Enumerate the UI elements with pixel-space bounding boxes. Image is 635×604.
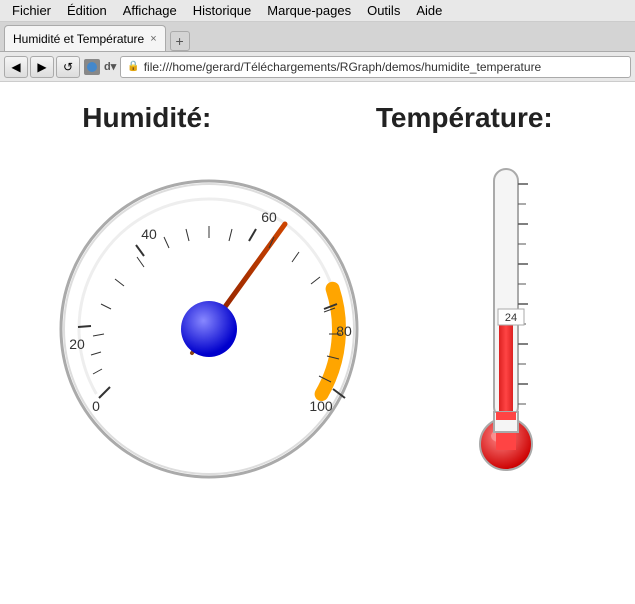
nav-favicon-area: d▾ [84,59,116,75]
menu-outils[interactable]: Outils [359,0,408,22]
svg-text:0: 0 [92,398,100,414]
menu-marquepages[interactable]: Marque-pages [259,0,359,22]
address-text: file:///home/gerard/Téléchargements/RGra… [144,60,542,74]
menu-fichier[interactable]: Fichier [4,0,59,22]
menu-edition[interactable]: Édition [59,0,115,22]
favicon [84,59,100,75]
forward-icon: ▶ [37,60,46,74]
svg-text:40: 40 [141,226,157,242]
tab-label: Humidité et Température [13,32,144,46]
gauges-row: 0 20 40 60 80 100 [0,154,635,494]
refresh-button[interactable]: ↺ [56,56,80,78]
humidity-title: Humidité: [82,102,211,134]
svg-text:20: 20 [69,336,85,352]
menubar: Fichier Édition Affichage Historique Mar… [0,0,635,22]
back-button[interactable]: ◀ [4,56,28,78]
titles-row: Humidité: Température: [0,82,635,144]
tab-close-button[interactable]: × [150,33,156,45]
menu-historique[interactable]: Historique [185,0,260,22]
humidity-gauge: 0 20 40 60 80 100 [49,164,369,484]
gauge-svg: 0 20 40 60 80 100 [49,164,369,484]
main-content: Humidité: Température: [0,82,635,604]
menu-aide[interactable]: Aide [408,0,450,22]
nav-controls: ◀ ▶ ↺ [4,56,80,78]
svg-text:24: 24 [505,312,517,324]
browser-tab[interactable]: Humidité et Température × [4,25,166,51]
menu-affichage[interactable]: Affichage [115,0,185,22]
temperature-title: Température: [376,102,553,134]
address-bar[interactable]: 🔒 file:///home/gerard/Téléchargements/RG… [120,56,631,78]
thermometer: 24 [426,154,586,494]
new-tab-button[interactable]: + [170,31,190,51]
back-icon: ◀ [11,60,20,74]
refresh-icon: ↺ [63,60,73,74]
thermometer-svg: 24 [466,154,546,484]
address-lock-icon: 🔒 [127,61,139,72]
navbar: ◀ ▶ ↺ d▾ 🔒 file:///home/gerard/Télécharg… [0,52,635,82]
forward-button[interactable]: ▶ [30,56,54,78]
nav-d-icon: d▾ [104,60,116,73]
svg-text:60: 60 [261,209,277,225]
tabbar: Humidité et Température × + [0,22,635,52]
svg-text:80: 80 [336,323,352,339]
svg-text:100: 100 [309,398,333,414]
